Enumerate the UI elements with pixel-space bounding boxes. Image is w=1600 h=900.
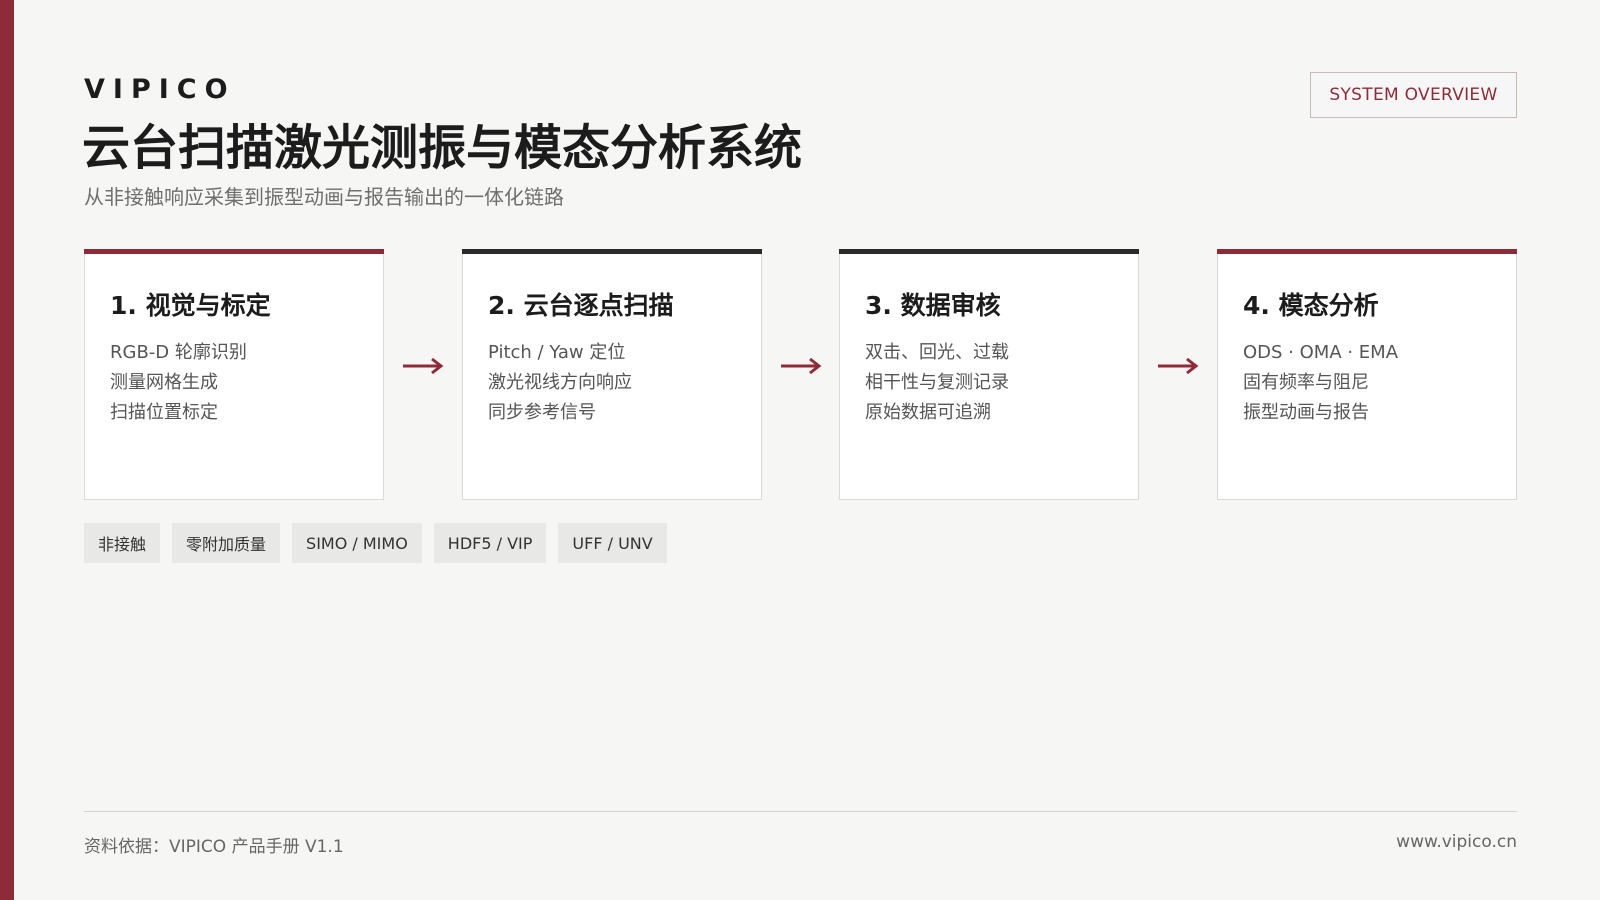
tag-simo-mimo: SIMO / MIMO [292,523,422,563]
step-item: 扫描位置标定 [110,402,218,423]
step-card-modal-analysis: 4. 模态分析 ODS · OMA · EMA 固有频率与阻尼 振型动画与报告 [1217,249,1517,500]
footer-website-link[interactable]: www.vipico.cn [1396,832,1517,852]
page-subtitle: 从非接触响应采集到振型动画与报告输出的一体化链路 [84,185,564,209]
tag-uff-unv: UFF / UNV [558,523,667,563]
tag-zero-mass: 零附加质量 [172,523,281,563]
tag-hdf5-vip: HDF5 / VIP [433,523,547,563]
step-item: 测量网格生成 [110,372,218,393]
tag-non-contact: 非接触 [84,523,161,563]
step-card-gimbal-scan: 2. 云台逐点扫描 Pitch / Yaw 定位 激光视线方向响应 同步参考信号 [462,249,762,500]
feature-tags: 非接触 零附加质量 SIMO / MIMO HDF5 / VIP UFF / U… [84,523,667,563]
step-item: 固有频率与阻尼 [1243,372,1369,393]
step-card-visual-calibration: 1. 视觉与标定 RGB-D 轮廓识别 测量网格生成 扫描位置标定 [84,249,384,500]
card-accent-line [462,249,762,254]
right-arrow-icon [1158,357,1199,375]
right-arrow-icon [781,357,822,375]
system-overview-button[interactable]: SYSTEM OVERVIEW [1310,72,1517,118]
step-item: ODS · OMA · EMA [1243,342,1399,363]
footer-divider [84,811,1517,812]
accent-bar [0,0,14,900]
step-item: 同步参考信号 [488,402,596,423]
footer-source: 资料依据：VIPICO 产品手册 V1.1 [84,837,344,857]
step-item: 相干性与复测记录 [865,372,1009,393]
right-arrow-icon [403,357,444,375]
step-item: 原始数据可追溯 [865,402,991,423]
step-title: 3. 数据审核 [865,291,1001,320]
brand-logo: VIPICO [84,74,236,105]
step-title: 1. 视觉与标定 [110,291,271,320]
card-accent-line [84,249,384,254]
step-item: RGB-D 轮廓识别 [110,342,247,363]
step-title: 4. 模态分析 [1243,291,1379,320]
card-accent-line [1217,249,1517,254]
page-title: 云台扫描激光测振与模态分析系统 [82,120,803,176]
step-item: 振型动画与报告 [1243,402,1369,423]
step-item: Pitch / Yaw 定位 [488,342,626,363]
step-title: 2. 云台逐点扫描 [488,291,674,320]
step-item: 激光视线方向响应 [488,372,632,393]
step-item: 双击、回光、过载 [865,342,1009,363]
step-card-data-review: 3. 数据审核 双击、回光、过载 相干性与复测记录 原始数据可追溯 [839,249,1139,500]
card-accent-line [839,249,1139,254]
